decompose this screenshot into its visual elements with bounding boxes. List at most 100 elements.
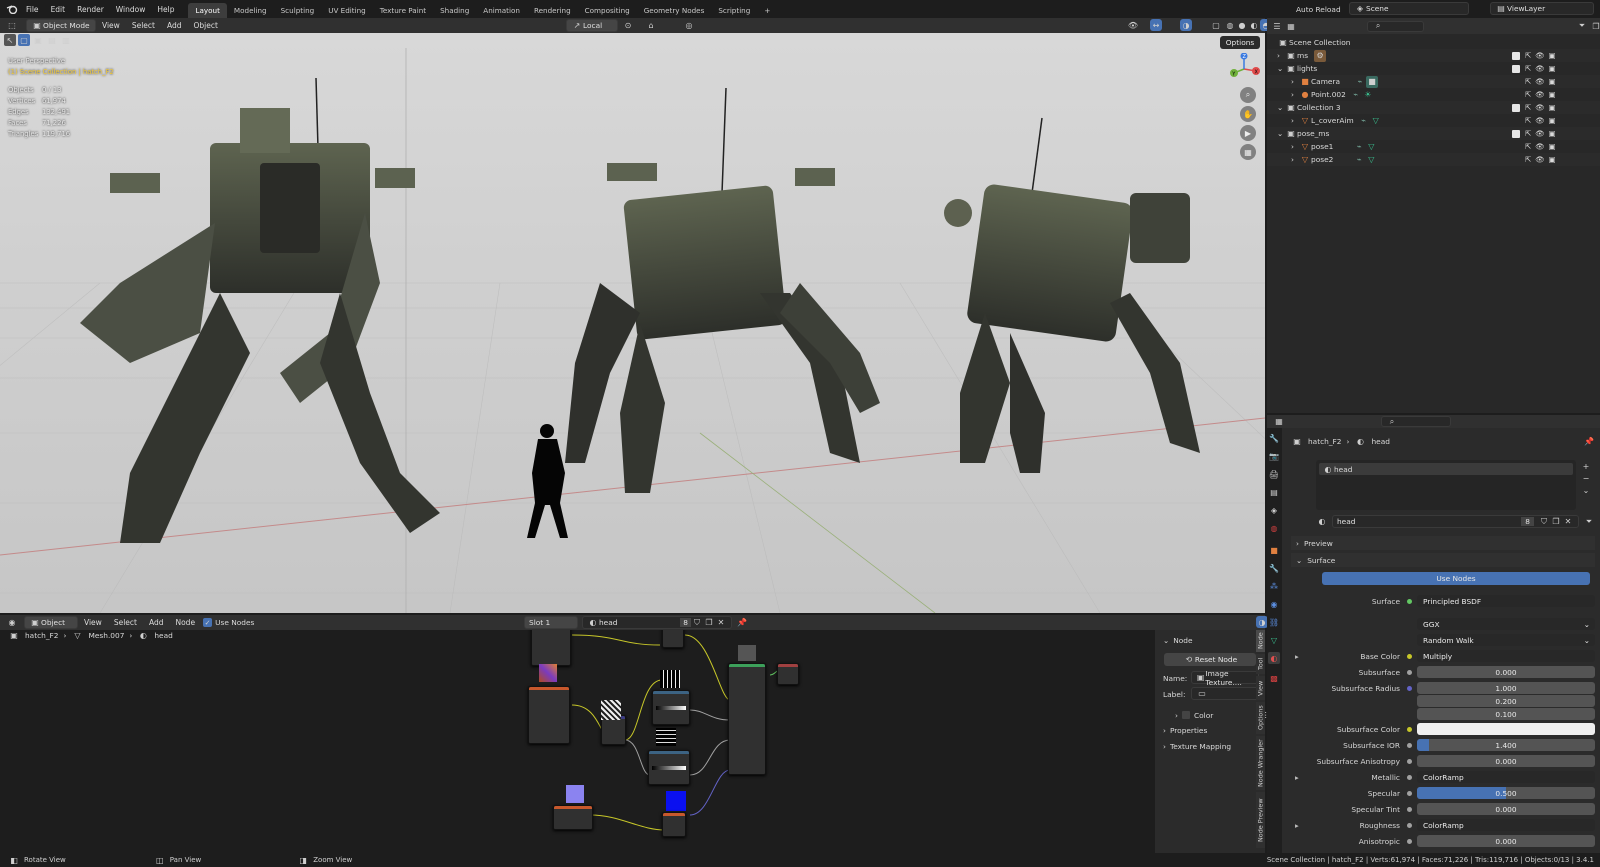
image-texture-node[interactable] [531, 630, 571, 666]
material-selector[interactable]: ◐ head 8 ⛉ ❐ ✕ [582, 616, 732, 629]
node-menu-node[interactable]: Node [169, 618, 201, 627]
restriction-icons[interactable]: ⇱👁▣ [1525, 142, 1560, 151]
mech-model-3[interactable] [944, 117, 1200, 473]
wireframe-shading-icon[interactable]: ◍ [1224, 19, 1236, 31]
transform-orientation[interactable]: ↗ Local [566, 19, 618, 32]
sidebar-tab-node-wrangler[interactable]: Node Wrangler [1256, 736, 1265, 790]
mix-node[interactable] [662, 630, 684, 648]
pin-icon[interactable]: 📌 [1583, 435, 1595, 447]
use-nodes-button[interactable]: Use Nodes [1322, 572, 1590, 585]
collapse-arrow-icon[interactable]: ⌄ [1163, 636, 1169, 645]
image-texture-node[interactable] [528, 664, 570, 744]
outliner-row[interactable]: › ■ Camera ⌁ ■ ⇱👁▣ [1267, 75, 1600, 88]
material-shading-icon[interactable]: ◐ [1248, 19, 1260, 31]
restriction-icons[interactable]: ⇱👁▣ [1525, 77, 1560, 86]
outliner-row-scene-collection[interactable]: ▣ Scene Collection [1267, 36, 1600, 49]
tab-rendering[interactable]: Rendering [527, 3, 578, 18]
remove-slot-icon[interactable]: − [1580, 472, 1592, 484]
properties-search[interactable]: ⌕ [1381, 416, 1451, 427]
number-field[interactable]: 1.000 [1417, 682, 1595, 694]
properties-editor-icon[interactable]: ▦ [1273, 416, 1285, 428]
scene-selector[interactable]: ◈ Scene [1349, 2, 1469, 15]
principled-bsdf-node[interactable] [728, 663, 766, 775]
world-tab-icon[interactable]: ◍ [1268, 522, 1280, 534]
mech-model-2[interactable] [565, 87, 880, 493]
preview-panel-header[interactable]: › Preview [1291, 536, 1595, 550]
expand-arrow-icon[interactable]: ▸ [1295, 652, 1299, 661]
number-field[interactable]: 0.000 [1417, 755, 1595, 767]
overlay-toggle-icon[interactable]: ◑ [1180, 19, 1192, 31]
material-output-node[interactable] [777, 663, 799, 685]
disclosure-icon[interactable]: › [1291, 90, 1299, 99]
modifier-tab-icon[interactable]: 🔧 [1268, 562, 1280, 574]
socket-icon[interactable] [1407, 598, 1412, 604]
number-field[interactable]: 0.000 [1417, 835, 1595, 847]
tool-tab-icon[interactable]: 🔧 [1268, 432, 1280, 444]
sidebar-tab-options[interactable]: Options [1256, 702, 1265, 734]
color-swatch[interactable] [1417, 723, 1595, 735]
node-menu-select[interactable]: Select [108, 618, 143, 627]
tab-modeling[interactable]: Modeling [227, 3, 274, 18]
tab-sculpting[interactable]: Sculpting [274, 3, 322, 18]
properties-panel-row[interactable]: › Properties [1163, 726, 1207, 735]
outliner-row[interactable]: › ▽ pose2 ⌁ ▽ ⇱👁▣ [1267, 153, 1600, 166]
slider-field[interactable]: 1.400 [1417, 739, 1595, 751]
node-menu-add[interactable]: Add [143, 618, 170, 627]
texture-mapping-row[interactable]: › Texture Mapping [1163, 742, 1231, 751]
solid-shading-icon[interactable]: ● [1236, 19, 1248, 31]
dropdown-select[interactable]: Random Walk ⌄ [1417, 634, 1595, 646]
select-invert-icon[interactable]: ▥ [60, 34, 72, 46]
data-tab-icon[interactable]: ▽ [1268, 634, 1280, 646]
surface-panel-header[interactable]: ⌄ Surface [1291, 553, 1595, 567]
node-editor-type-icon[interactable]: ◉ [6, 617, 18, 629]
select-box-icon[interactable]: ▢ [18, 34, 30, 46]
navigation-gizmo[interactable]: X Y Z [1228, 52, 1260, 85]
3d-viewport[interactable]: User Perspective (1) Scene Collection | … [0, 33, 1265, 613]
tab-uv-editing[interactable]: UV Editing [321, 3, 373, 18]
select-subtract-icon[interactable]: ▤ [46, 34, 58, 46]
tab-geometry-nodes[interactable]: Geometry Nodes [637, 3, 712, 18]
node-tree-type-selector[interactable]: ▣ Object [24, 616, 78, 629]
linked-node-field[interactable]: ColorRamp [1417, 819, 1595, 831]
sidebar-tab-tool[interactable]: Tool [1256, 654, 1265, 674]
add-workspace-button[interactable]: + [757, 3, 777, 18]
outliner-row[interactable]: › ▣ ms ⚙ ⇱👁▣ [1267, 49, 1600, 62]
duplicate-icon[interactable]: ❐ [703, 617, 715, 629]
sidebar-tab-node-preview[interactable]: Node Preview [1256, 792, 1265, 848]
filter-icon[interactable]: ⏷ [1578, 20, 1586, 32]
restriction-icons[interactable]: ⇱👁▣ [1525, 116, 1560, 125]
outliner-row[interactable]: › ● Point.002 ⌁ ☀ ⇱👁▣ [1267, 88, 1600, 101]
tab-animation[interactable]: Animation [476, 3, 527, 18]
gizmo-toggle-icon[interactable]: ↔ [1150, 19, 1162, 31]
display-mode-icon[interactable]: ▦ [1287, 20, 1295, 32]
add-slot-icon[interactable]: + [1580, 460, 1592, 472]
socket-icon[interactable] [1407, 790, 1412, 796]
include-checkbox[interactable] [1512, 64, 1520, 73]
tab-compositing[interactable]: Compositing [578, 3, 637, 18]
expand-arrow-icon[interactable]: ▸ [1295, 821, 1299, 830]
outliner-row[interactable]: ⌄ ▣ lights ⇱👁▣ [1267, 62, 1600, 75]
disclosure-icon[interactable]: › [1291, 155, 1299, 164]
color-ramp-node[interactable] [652, 690, 690, 725]
outliner-row[interactable]: ⌄ ▣ Collection 3 ⇱👁▣ [1267, 101, 1600, 114]
expand-arrow-icon[interactable]: › [1163, 726, 1166, 735]
scene-tab-icon[interactable]: ◈ [1268, 504, 1280, 516]
visibility-icon[interactable]: 👁 [1127, 19, 1139, 31]
tab-scripting[interactable]: Scripting [711, 3, 757, 18]
camera-view-icon[interactable]: ▶ [1240, 125, 1256, 141]
restriction-icons[interactable]: ⇱👁▣ [1525, 103, 1560, 112]
value-node[interactable] [662, 812, 686, 837]
color-ramp-node[interactable] [648, 750, 690, 785]
menu-edit[interactable]: Edit [45, 5, 72, 14]
view-layer-tab-icon[interactable]: ▤ [1268, 486, 1280, 498]
socket-icon[interactable] [1407, 838, 1412, 844]
restriction-icons[interactable]: ⇱👁▣ [1525, 64, 1560, 73]
disclosure-icon[interactable]: › [1291, 77, 1299, 86]
material-browse-icon[interactable]: ◐ [1316, 516, 1328, 528]
proportional-edit-icon[interactable]: ◎ [683, 19, 695, 31]
unlink-icon[interactable]: ✕ [1562, 516, 1574, 528]
constraints-tab-icon[interactable]: ⛓ [1268, 616, 1280, 628]
viewport-menu-add[interactable]: Add [161, 21, 188, 30]
options-button[interactable]: Options [1220, 36, 1260, 49]
disclosure-icon[interactable]: › [1291, 142, 1299, 151]
